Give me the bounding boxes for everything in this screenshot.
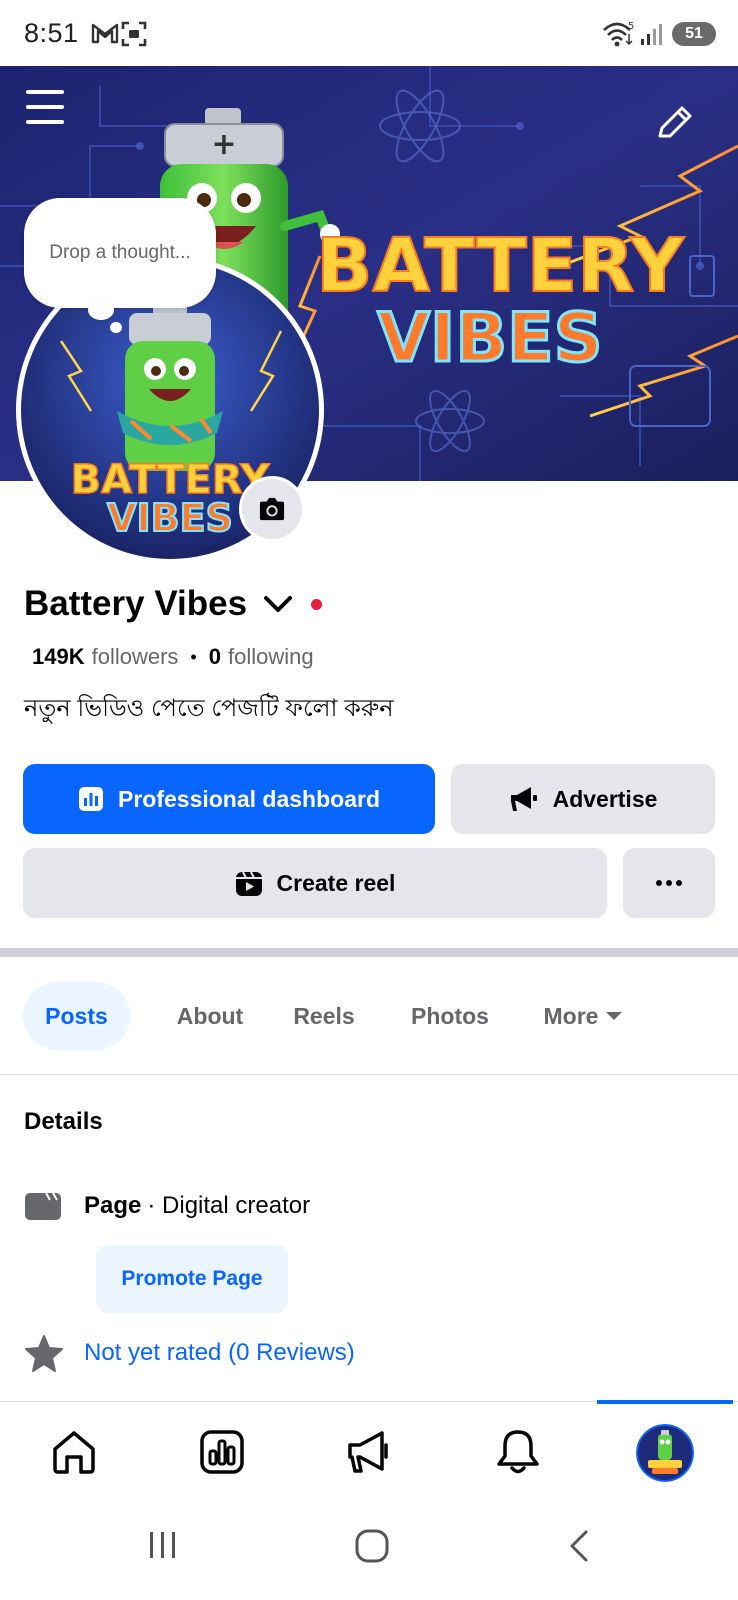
page-category-row: Page · Digital creator [24, 1190, 310, 1222]
tab-posts-label: Posts [45, 1002, 108, 1029]
edit-cover-button[interactable] [652, 102, 696, 146]
home-button-icon[interactable] [354, 1528, 390, 1564]
page-name-row: Battery Vibes [24, 584, 323, 624]
megaphone-icon [509, 785, 539, 813]
more-options-button[interactable] [623, 848, 715, 918]
thought-bubble-tail-small [110, 322, 122, 333]
back-icon[interactable] [566, 1528, 592, 1564]
professional-dashboard-label: Professional dashboard [117, 785, 380, 812]
active-tab-indicator [597, 1400, 733, 1404]
cover-title-line1: BATTERY [316, 223, 685, 309]
avatar-camera-button[interactable] [239, 476, 305, 542]
ellipsis-icon [656, 880, 682, 886]
caret-down-icon [606, 1012, 623, 1020]
profile-avatar [636, 1424, 694, 1482]
status-time: 8:51 [24, 18, 79, 48]
status-bar: 8:51 5 51 [0, 0, 738, 66]
bell-icon [497, 1430, 539, 1474]
tab-reels-label: Reels [293, 1002, 355, 1029]
tab-photos-label: Photos [411, 1002, 489, 1029]
tab-photos[interactable]: Photos [400, 982, 500, 1050]
wifi-icon: 5 [603, 21, 634, 47]
reel-icon [235, 869, 263, 897]
tab-about[interactable]: About [160, 982, 260, 1050]
cover-title-line2: VIBES [377, 299, 602, 378]
avatar-title-line2: VIBES [107, 496, 233, 540]
advertise-button[interactable]: Advertise [451, 764, 715, 834]
rating-text[interactable]: Not yet rated (0 Reviews) [84, 1339, 355, 1367]
gmail-icon [91, 23, 119, 44]
chevron-down-icon[interactable] [261, 589, 295, 619]
star-icon [25, 1335, 63, 1372]
followers-count: 149K [32, 644, 85, 669]
follow-stats: 149K followers • 0 following [32, 644, 314, 670]
create-reel-button[interactable]: Create reel [23, 848, 607, 918]
hamburger-icon [26, 90, 64, 124]
thought-bubble[interactable]: Drop a thought... [24, 198, 216, 308]
battery-indicator: 51 [672, 22, 716, 46]
tab-more-label: More [543, 1002, 599, 1029]
advertise-label: Advertise [552, 785, 658, 812]
tab-posts[interactable]: Posts [23, 982, 130, 1050]
promote-page-button[interactable]: Promote Page [96, 1245, 288, 1313]
notification-dot [311, 598, 323, 610]
tabs-divider [0, 1074, 738, 1075]
page-title: Battery Vibes [24, 584, 248, 623]
page-bio: নতুন ভিডিও পেতে পেজটি ফলো করুন [24, 695, 394, 722]
svg-text:+: + [211, 127, 236, 162]
megaphone-icon [348, 1431, 388, 1473]
rating-row[interactable]: Not yet rated (0 Reviews) [24, 1334, 355, 1372]
thought-placeholder: Drop a thought... [49, 242, 191, 263]
wifi-band-label: 5 [628, 21, 634, 32]
cell-signal-icon [641, 24, 662, 45]
professional-dashboard-button[interactable]: Professional dashboard [23, 764, 435, 834]
section-divider [0, 948, 738, 957]
nav-home[interactable] [46, 1424, 102, 1480]
stats-separator: • [190, 646, 197, 667]
nav-notifications[interactable] [490, 1424, 546, 1480]
camera-icon [259, 497, 285, 521]
pencil-icon [658, 106, 692, 138]
nav-profile-avatar[interactable] [636, 1424, 694, 1482]
insights-icon [200, 1430, 244, 1474]
tab-reels[interactable]: Reels [284, 982, 364, 1050]
following-label[interactable]: following [228, 644, 314, 670]
page-type-label: Page [84, 1192, 142, 1219]
following-count: 0 [208, 644, 221, 669]
dashboard-icon [78, 786, 104, 812]
page-category: · Digital creator [147, 1192, 311, 1219]
details-heading: Details [24, 1108, 103, 1135]
create-reel-label: Create reel [276, 869, 396, 896]
menu-button[interactable] [22, 86, 68, 128]
nav-insights[interactable] [194, 1424, 250, 1480]
recent-apps-icon[interactable] [146, 1528, 180, 1562]
home-icon [53, 1431, 95, 1474]
thought-bubble-tail-large [88, 300, 114, 320]
tab-more[interactable]: More [534, 982, 634, 1050]
followers-label[interactable]: followers [92, 644, 179, 670]
tab-about-label: About [176, 1002, 244, 1029]
screen-record-icon [121, 21, 147, 47]
clapperboard-icon [25, 1192, 61, 1220]
nav-ads[interactable] [342, 1424, 398, 1480]
